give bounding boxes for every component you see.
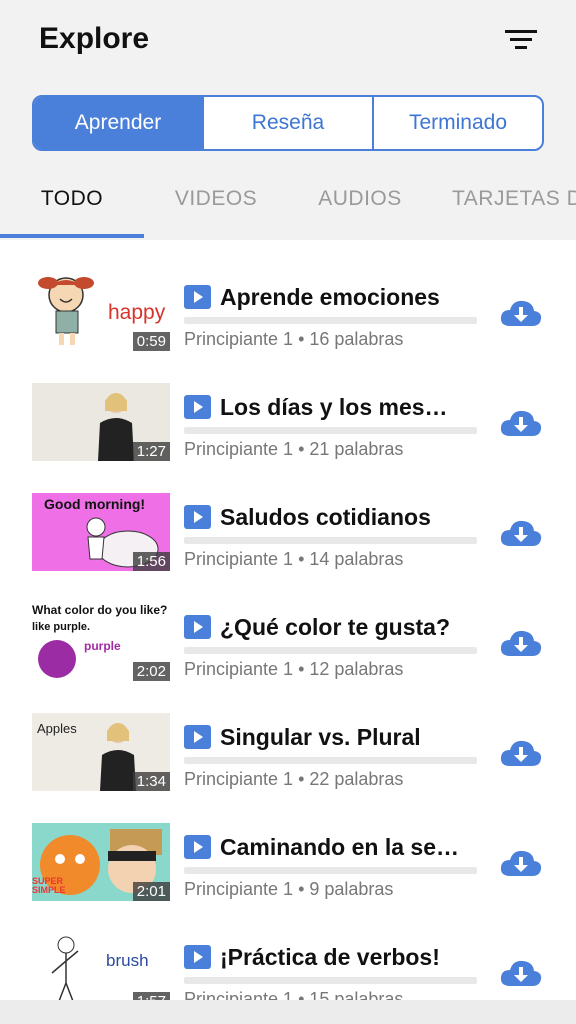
tab-videos[interactable]: VIDEOS (144, 168, 288, 230)
list-item[interactable]: SUPER SIMPLE 2:01 Caminando en la se… Pr… (0, 790, 576, 901)
lesson-list: happy 0:59 Aprende emociones Principiant… (0, 240, 576, 1000)
thumbnail: Good morning! 1:56 (32, 493, 170, 571)
duration-badge: 1:56 (132, 552, 170, 571)
thumbnail: brush 1:57 (32, 933, 170, 1000)
thumbnail: Apples 1:34 (32, 713, 170, 791)
thumbnail-caption: purple (84, 639, 121, 653)
progress-bar (184, 427, 477, 434)
thumbnail-caption: brush (106, 951, 149, 970)
segment-aprender[interactable]: Aprender (34, 97, 202, 149)
list-item[interactable]: happy 0:59 Aprende emociones Principiant… (0, 240, 576, 351)
tab-todo[interactable]: TODO (0, 168, 144, 230)
item-meta: Principiante 1 • 9 palabras (184, 879, 394, 899)
item-title: Los días y los mes… (220, 394, 448, 420)
duration-badge: 2:01 (132, 882, 170, 901)
duration-badge: 2:02 (132, 662, 170, 681)
download-cloud-icon[interactable] (500, 848, 542, 878)
item-meta: Principiante 1 • 14 palabras (184, 549, 404, 569)
thumbnail: What color do you like? like purple. pur… (32, 603, 170, 681)
item-title: ¡Práctica de verbos! (220, 944, 440, 970)
active-tab-indicator (0, 234, 144, 238)
download-cloud-icon[interactable] (500, 518, 542, 548)
item-meta: Principiante 1 • 16 palabras (184, 329, 404, 349)
thumbnail: happy 0:59 (32, 273, 170, 351)
progress-bar (184, 317, 477, 324)
item-title: Saludos cotidianos (220, 504, 431, 530)
duration-badge: 0:59 (132, 332, 170, 351)
thumbnail-caption: happy (108, 301, 166, 324)
page-title: Explore (39, 22, 150, 55)
play-icon (184, 395, 211, 419)
download-cloud-icon[interactable] (500, 738, 542, 768)
segment-terminado[interactable]: Terminado (372, 97, 542, 149)
duration-badge: 1:34 (132, 772, 170, 791)
progress-bar (184, 977, 477, 984)
list-item[interactable]: 1:27 Los días y los mes… Principiante 1 … (0, 350, 576, 461)
download-cloud-icon[interactable] (500, 298, 542, 328)
item-meta: Principiante 1 • 21 palabras (184, 439, 404, 459)
item-meta: Principiante 1 • 22 palabras (184, 769, 404, 789)
progress-bar (184, 867, 477, 874)
list-item[interactable]: What color do you like? like purple. pur… (0, 570, 576, 681)
thumbnail-caption: Good morning! (44, 496, 146, 512)
filter-icon[interactable] (505, 28, 537, 52)
play-icon (184, 615, 211, 639)
item-title: Singular vs. Plural (220, 724, 421, 750)
progress-bar (184, 757, 477, 764)
item-meta: Principiante 1 • 12 palabras (184, 659, 404, 679)
thumbnail-caption: SUPER SIMPLE (32, 876, 66, 895)
category-tabs: TODO VIDEOS AUDIOS TARJETAS D (0, 168, 576, 240)
thumbnail-caption: What color do you like? (32, 603, 168, 617)
play-icon (184, 725, 211, 749)
play-icon (184, 505, 211, 529)
item-title: Caminando en la se… (220, 834, 460, 860)
progress-bar (184, 647, 477, 654)
list-item[interactable]: Good morning! 1:56 Saludos cotidianos Pr… (0, 460, 576, 571)
segment-resena[interactable]: Reseña (202, 97, 372, 149)
progress-bar (184, 537, 477, 544)
list-item[interactable]: brush 1:57 ¡Práctica de verbos! Principi… (0, 900, 576, 1000)
item-meta: Principiante 1 • 15 palabras (184, 989, 404, 1000)
play-icon (184, 835, 211, 859)
tab-tarjetas[interactable]: TARJETAS D (452, 168, 576, 230)
download-cloud-icon[interactable] (500, 958, 542, 988)
item-title: ¿Qué color te gusta? (220, 614, 451, 640)
thumbnail: 1:27 (32, 383, 170, 461)
bottom-navigation-bar (0, 1000, 576, 1024)
thumbnail: SUPER SIMPLE 2:01 (32, 823, 170, 901)
segmented-control: Aprender Reseña Terminado (32, 95, 544, 151)
thumbnail-caption: Apples (37, 721, 77, 736)
play-icon (184, 285, 211, 309)
list-item[interactable]: Apples 1:34 Singular vs. Plural Principi… (0, 680, 576, 791)
download-cloud-icon[interactable] (500, 408, 542, 438)
item-title: Aprende emociones (220, 284, 440, 310)
header-area: Explore Aprender Reseña Terminado TODO V… (0, 0, 576, 240)
duration-badge: 1:27 (132, 442, 170, 461)
tab-audios[interactable]: AUDIOS (288, 168, 432, 230)
download-cloud-icon[interactable] (500, 628, 542, 658)
play-icon (184, 945, 211, 969)
thumbnail-caption: like purple. (32, 621, 91, 633)
duration-badge: 1:57 (132, 992, 170, 1000)
